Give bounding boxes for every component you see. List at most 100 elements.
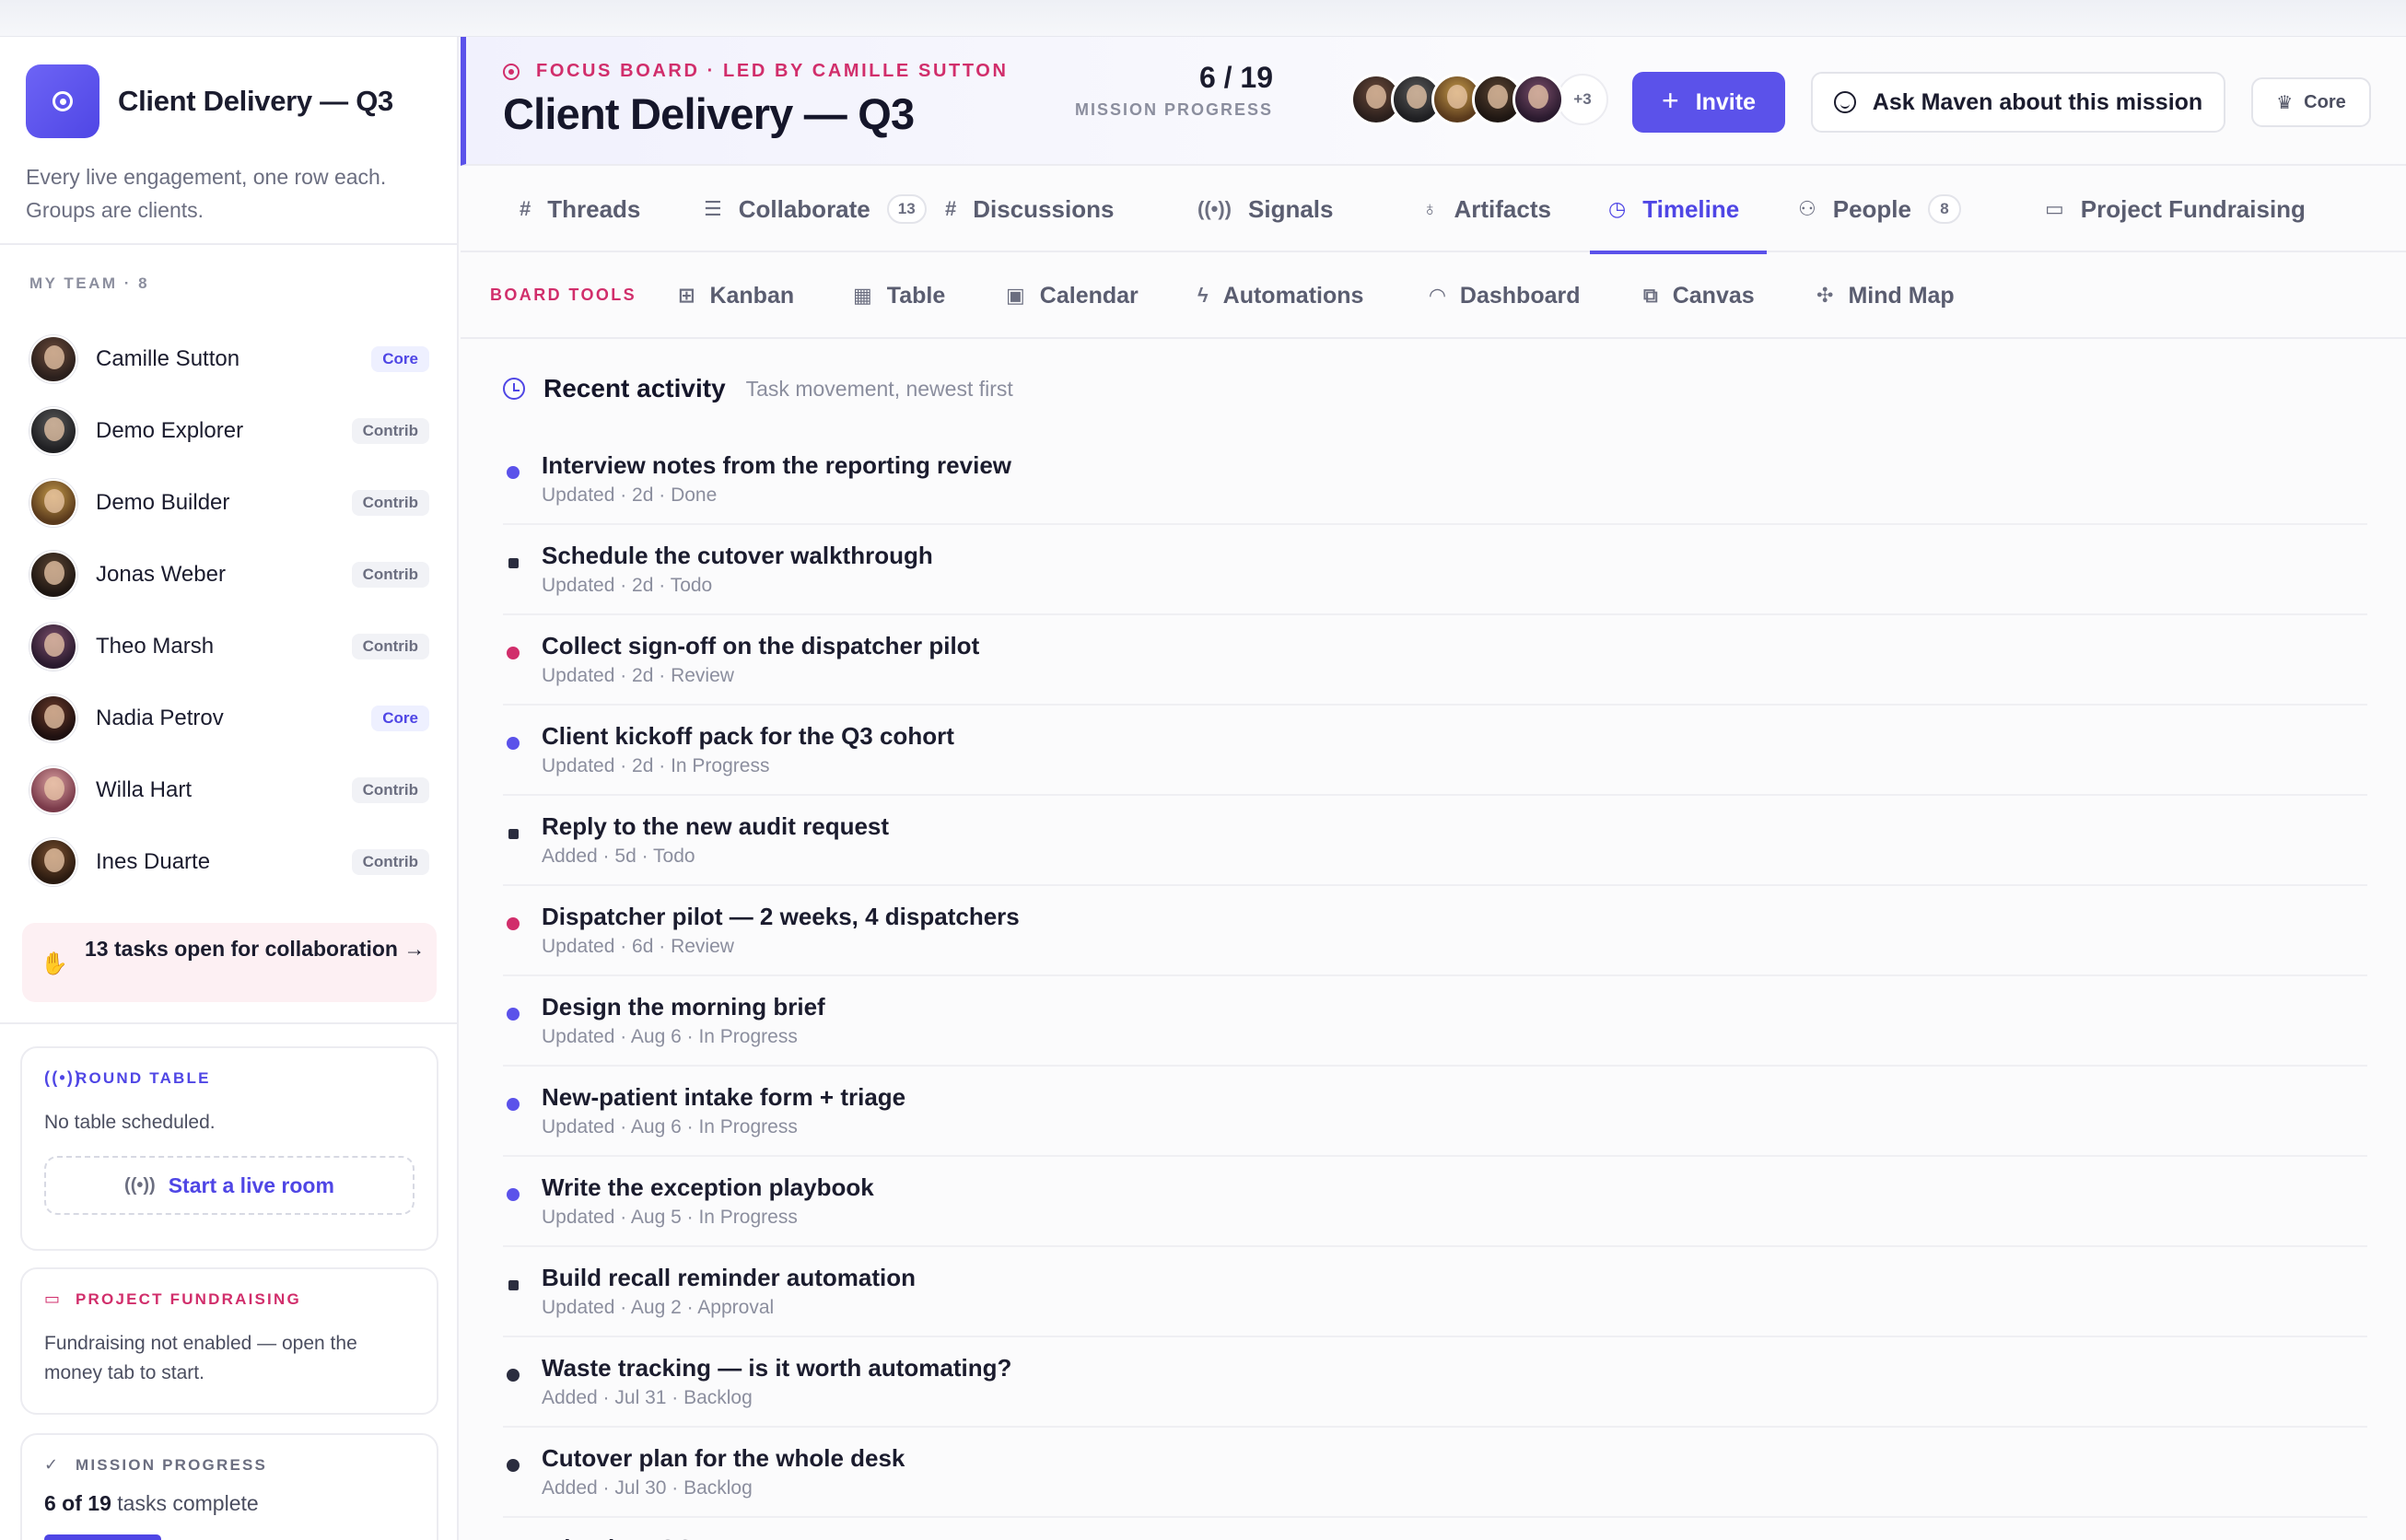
target-icon[interactable] [26,64,99,138]
team-member[interactable]: Nadia Petrov Core [29,691,429,746]
mission-progress-card: ✓ MISSION PROGRESS 6 of 19 tasks complet… [20,1433,438,1540]
avatar [29,335,77,383]
activity-item[interactable]: Dispatcher pilot — 2 weeks, 4 dispatcher… [503,886,2367,976]
tab-threads[interactable]: # Threads [520,166,640,252]
avatar[interactable] [1513,74,1564,125]
activity-item[interactable]: Build recall reminder automation Updated… [503,1247,2367,1337]
activity-item[interactable]: Collect sign-off on the dispatcher pilot… [503,615,2367,706]
activity-item[interactable]: Waste tracking — is it worth automating?… [503,1337,2367,1428]
team-member[interactable]: Willa Hart Contrib [29,763,429,818]
kanban-icon: ⊞ [678,284,695,307]
broadcast-icon: ((•)) [44,1068,83,1087]
sidebar: Client Delivery — Q3 Every live engageme… [0,37,459,1540]
status-dot [507,917,520,930]
tab-label: Signals [1248,194,1334,223]
activity-item[interactable]: Wire the POS export [503,1518,2367,1540]
tool-kanban[interactable]: ⊞ Kanban [678,252,794,339]
hash-icon: # [520,197,531,220]
activity-item-title: Dispatcher pilot — 2 weeks, 4 dispatcher… [542,903,1020,930]
tool-calendar[interactable]: ▣ Calendar [1006,252,1139,339]
tool-table[interactable]: ▦ Table [853,252,945,339]
role-badge: Contrib [351,634,429,659]
member-avatar-stack[interactable]: +3 [1350,74,1608,129]
activity-item-title: Interview notes from the reporting revie… [542,451,1011,479]
team-member[interactable]: Jonas Weber Contrib [29,547,429,602]
round-table-body: No table scheduled. [44,1112,216,1133]
tool-label: Canvas [1672,282,1755,309]
sidebar-divider [0,1022,457,1024]
team-member[interactable]: Demo Explorer Contrib [29,403,429,459]
target-icon [503,63,520,80]
activity-item[interactable]: Client kickoff pack for the Q3 cohort Up… [503,706,2367,796]
member-name: Demo Explorer [96,418,244,443]
invite-button[interactable]: + Invite [1632,72,1785,133]
activity-item-title: Schedule the cutover walkthrough [542,542,933,569]
activity-item-title: Collect sign-off on the dispatcher pilot [542,632,980,659]
activity-item-title: Reply to the new audit request [542,812,890,840]
tab-label: Artifacts [1454,194,1551,223]
activity-item[interactable]: Write the exception playbook Updated · A… [503,1157,2367,1247]
tab-discussions[interactable]: # Discussions [945,166,1114,252]
role-badge: Contrib [351,562,429,588]
role-badge: Core [371,346,429,372]
member-name: Theo Marsh [96,634,215,659]
round-table-heading-text: ROUND TABLE [76,1068,211,1087]
crown-icon: ♛ [2276,92,2294,113]
tab-timeline[interactable]: ◷ Timeline [1589,166,1768,254]
activity-subtitle: Task movement, newest first [745,376,1013,401]
status-dot [507,1188,520,1201]
start-live-room-button[interactable]: ((•)) Start a live room [44,1156,415,1215]
tool-mind-map[interactable]: ✣ Mind Map [1816,252,1955,339]
fundraising-body: Fundraising not enabled — open the money… [44,1333,357,1383]
activity-item[interactable]: Interview notes from the reporting revie… [503,435,2367,525]
fundraising-heading: ▭ PROJECT FUNDRAISING [44,1289,415,1309]
activity-item[interactable]: Cutover plan for the whole desk Added · … [503,1428,2367,1518]
ask-maven-button[interactable]: Ask Maven about this mission [1811,72,2225,133]
collab-banner[interactable]: ✋ 13 tasks open for collaboration → [22,923,437,1002]
activity-item-meta: Updated · Aug 6 · In Progress [542,1026,798,1047]
tab-project-fundraising[interactable]: ▭ Project Fundraising [2045,166,2306,252]
clock-icon [503,378,525,400]
avatar [29,479,77,527]
tool-label: Mind Map [1848,282,1955,309]
activity-item[interactable]: Design the morning brief Updated · Aug 6… [503,976,2367,1067]
activity-item-meta: Updated · Aug 2 · Approval [542,1297,775,1318]
mission-progress-text: 6 of 19 tasks complete [44,1491,415,1516]
board-eyebrow: FOCUS BOARD · LED BY CAMILLE SUTTON [503,61,1008,82]
tab-label: Collaborate [738,194,870,223]
team-member[interactable]: Demo Builder Contrib [29,475,429,531]
more-members-badge[interactable]: +3 [1557,74,1608,125]
status-dot [508,558,519,568]
status-dot [508,1280,519,1290]
award-icon: ♁ [1422,197,1438,220]
role-badge: Contrib [351,849,429,875]
tab-people[interactable]: ⚇ People 8 [1798,166,1961,252]
tab-count-badge: 13 [886,194,927,224]
activity-item-title: Cutover plan for the whole desk [542,1444,905,1472]
fundraising-card: ▭ PROJECT FUNDRAISING Fundraising not en… [20,1267,438,1415]
tool-dashboard[interactable]: ◠ Dashboard [1430,252,1581,339]
team-member[interactable]: Camille Sutton Core [29,332,429,387]
start-live-room-label: Start a live room [168,1172,334,1197]
activity-item[interactable]: New-patient intake form + triage Updated… [503,1067,2367,1157]
activity-item[interactable]: Schedule the cutover walkthrough Updated… [503,525,2367,615]
member-name: Willa Hart [96,777,193,802]
invite-label: Invite [1695,88,1756,115]
header-mission-progress: 6 / 19 MISSION PROGRESS [1037,61,1273,120]
activity-item[interactable]: Reply to the new audit request Added · 5… [503,796,2367,886]
tool-label: Dashboard [1459,282,1581,309]
mission-progress-heading: ✓ MISSION PROGRESS [44,1455,415,1475]
tool-canvas[interactable]: ⧉ Canvas [1643,252,1755,339]
tab-signals[interactable]: ((•)) Signals [1197,166,1334,252]
team-member[interactable]: Ines Duarte Contrib [29,834,429,890]
activity-item-meta: Updated · 2d · Todo [542,575,713,596]
plan-badge[interactable]: ♛ Core [2251,77,2371,127]
tool-automations[interactable]: ϟ Automations [1197,252,1363,339]
tab-collaborate[interactable]: ☰ Collaborate 13 [704,166,927,252]
board-tools-label: BOARD TOOLS [490,286,637,304]
mission-progress-bar [44,1534,161,1540]
team-member[interactable]: Theo Marsh Contrib [29,619,429,674]
tab-artifacts[interactable]: ♁ Artifacts [1422,166,1551,252]
smile-icon [1833,91,1856,113]
tab-label: Threads [547,194,641,223]
